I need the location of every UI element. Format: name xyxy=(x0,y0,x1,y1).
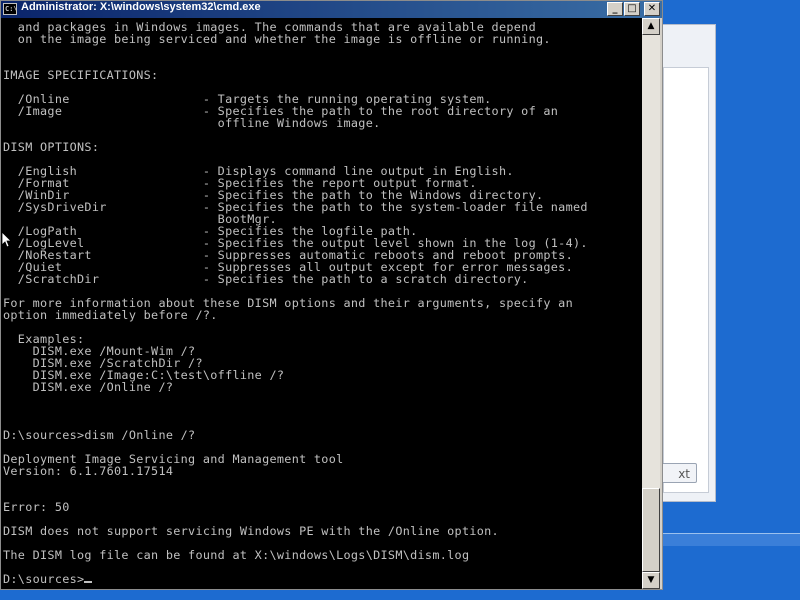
desktop-band xyxy=(660,533,800,546)
cmd-window[interactable]: C:\ Administrator: X:\windows\system32\c… xyxy=(0,0,663,590)
vertical-scrollbar[interactable]: ▲ ▼ xyxy=(642,18,660,589)
title-bar[interactable]: C:\ Administrator: X:\windows\system32\c… xyxy=(1,1,662,18)
close-button[interactable]: ✕ xyxy=(644,2,660,16)
console-output[interactable]: and packages in Windows images. The comm… xyxy=(1,18,642,589)
maximize-button[interactable]: □ xyxy=(624,2,640,16)
mouse-pointer-icon xyxy=(2,232,12,248)
scroll-up-arrow-icon[interactable]: ▲ xyxy=(642,18,660,35)
background-dialog-panel xyxy=(663,67,709,493)
console-line: DISM OPTIONS: xyxy=(3,140,100,154)
window-title: Administrator: X:\windows\system32\cmd.e… xyxy=(21,1,261,13)
console-line: offline Windows image. xyxy=(3,116,381,130)
console-line: The DISM log file can be found at X:\win… xyxy=(3,548,470,562)
console-line: /ScratchDir - Specifies the path to a sc… xyxy=(3,272,529,286)
minimize-button[interactable]: _ xyxy=(607,2,623,16)
console-line: D:\sources> xyxy=(3,572,85,586)
console-line: IMAGE SPECIFICATIONS: xyxy=(3,68,159,82)
scrollbar-thumb[interactable] xyxy=(642,488,660,572)
background-dialog-next-button[interactable]: xt xyxy=(657,463,697,483)
console-line: D:\sources>dism /Online /? xyxy=(3,428,196,442)
console-text: and packages in Windows images. The comm… xyxy=(3,21,588,585)
console-line: DISM.exe /Online /? xyxy=(3,380,174,394)
scroll-down-arrow-icon[interactable]: ▼ xyxy=(642,572,660,589)
console-line: option immediately before /?. xyxy=(3,308,218,322)
console-line: Error: 50 xyxy=(3,500,70,514)
console-line: Version: 6.1.7601.17514 xyxy=(3,464,174,478)
console-line: DISM does not support servicing Windows … xyxy=(3,524,499,538)
console-line: on the image being serviced and whether … xyxy=(3,32,551,46)
text-cursor xyxy=(84,581,93,583)
cmd-app-icon[interactable]: C:\ xyxy=(3,3,17,15)
